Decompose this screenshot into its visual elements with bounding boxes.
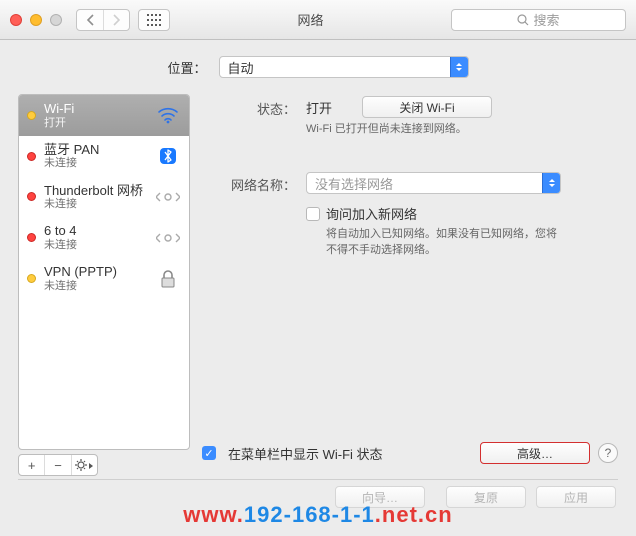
close-window-button[interactable] [10,14,22,26]
location-select[interactable]: 自动 [219,56,469,78]
search-input[interactable]: 搜索 [451,9,626,31]
status-note: Wi-Fi 已打开但尚未连接到网络。 [306,120,618,136]
ask-join-note: 将自动加入已知网络。如果没有已知网络，您将不得不手动选择网络。 [326,225,566,257]
menubar-checkbox[interactable]: ✓ [202,446,216,460]
interface-actions-button[interactable] [71,455,97,475]
chevron-updown-icon [450,57,468,77]
add-interface-button[interactable]: + [19,455,44,475]
sidebar-item-vpn[interactable]: VPN (PPTP) 未连接 [19,258,189,299]
sidebar-item-label: VPN (PPTP) [44,264,147,280]
status-dot-icon [27,111,36,120]
sidebar-item-wifi[interactable]: Wi-Fi 打开 [19,95,189,136]
status-dot-icon [27,233,36,242]
window-title: 网络 [178,10,443,29]
zoom-window-button[interactable] [50,14,62,26]
forward-button[interactable] [103,10,129,30]
search-placeholder: 搜索 [533,10,559,29]
status-dot-icon [27,192,36,201]
sidebar-item-thunderbolt-bridge[interactable]: Thunderbolt 网桥 未连接 [19,177,189,218]
back-button[interactable] [77,10,103,30]
search-icon [517,14,529,26]
divider [18,479,618,480]
sidebar-item-bluetooth-pan[interactable]: 蓝牙 PAN 未连接 [19,136,189,177]
show-all-button[interactable] [138,9,170,31]
sidebar-item-label: 蓝牙 PAN [44,142,147,158]
status-dot-icon [27,152,36,161]
sidebar-item-sublabel: 未连接 [44,280,147,293]
sidebar-item-label: Thunderbolt 网桥 [44,183,147,199]
ask-join-checkbox[interactable] [306,207,320,221]
bridge-icon [155,227,181,249]
sidebar-item-6to4[interactable]: 6 to 4 未连接 [19,217,189,258]
bridge-icon [155,186,181,208]
status-value: 打开 [306,98,332,117]
lock-icon [155,268,181,290]
gear-icon [75,459,93,471]
remove-interface-button[interactable]: − [44,455,70,475]
sidebar-item-sublabel: 打开 [44,117,147,130]
interface-list: Wi-Fi 打开 蓝牙 PAN 未连接 [18,94,190,450]
nav-buttons [76,9,130,31]
sidebar-item-label: 6 to 4 [44,223,147,239]
menubar-checkbox-label: 在菜单栏中显示 Wi-Fi 状态 [228,444,383,463]
status-label: 状态： [206,96,296,118]
network-name-select[interactable]: 没有选择网络 [306,172,561,194]
ask-join-label: 询问加入新网络 [326,204,417,223]
network-name-value: 没有选择网络 [315,174,393,193]
wizard-button[interactable]: 向导… [335,486,425,508]
toggle-wifi-button[interactable]: 关闭 Wi-Fi [362,96,492,118]
revert-button[interactable]: 复原 [446,486,526,508]
location-label: 位置： [167,58,206,77]
advanced-button[interactable]: 高级… [480,442,590,464]
window-controls [10,14,62,26]
location-value: 自动 [228,58,254,77]
network-name-label: 网络名称： [206,172,296,194]
status-dot-icon [27,274,36,283]
sidebar-item-sublabel: 未连接 [44,239,147,252]
help-button[interactable]: ? [598,443,618,463]
chevron-updown-icon [542,173,560,193]
minimize-window-button[interactable] [30,14,42,26]
sidebar-item-sublabel: 未连接 [44,198,147,211]
bluetooth-icon [155,145,181,167]
wifi-icon [155,104,181,126]
apply-button[interactable]: 应用 [536,486,616,508]
sidebar-item-label: Wi-Fi [44,101,147,117]
sidebar-item-sublabel: 未连接 [44,157,147,170]
